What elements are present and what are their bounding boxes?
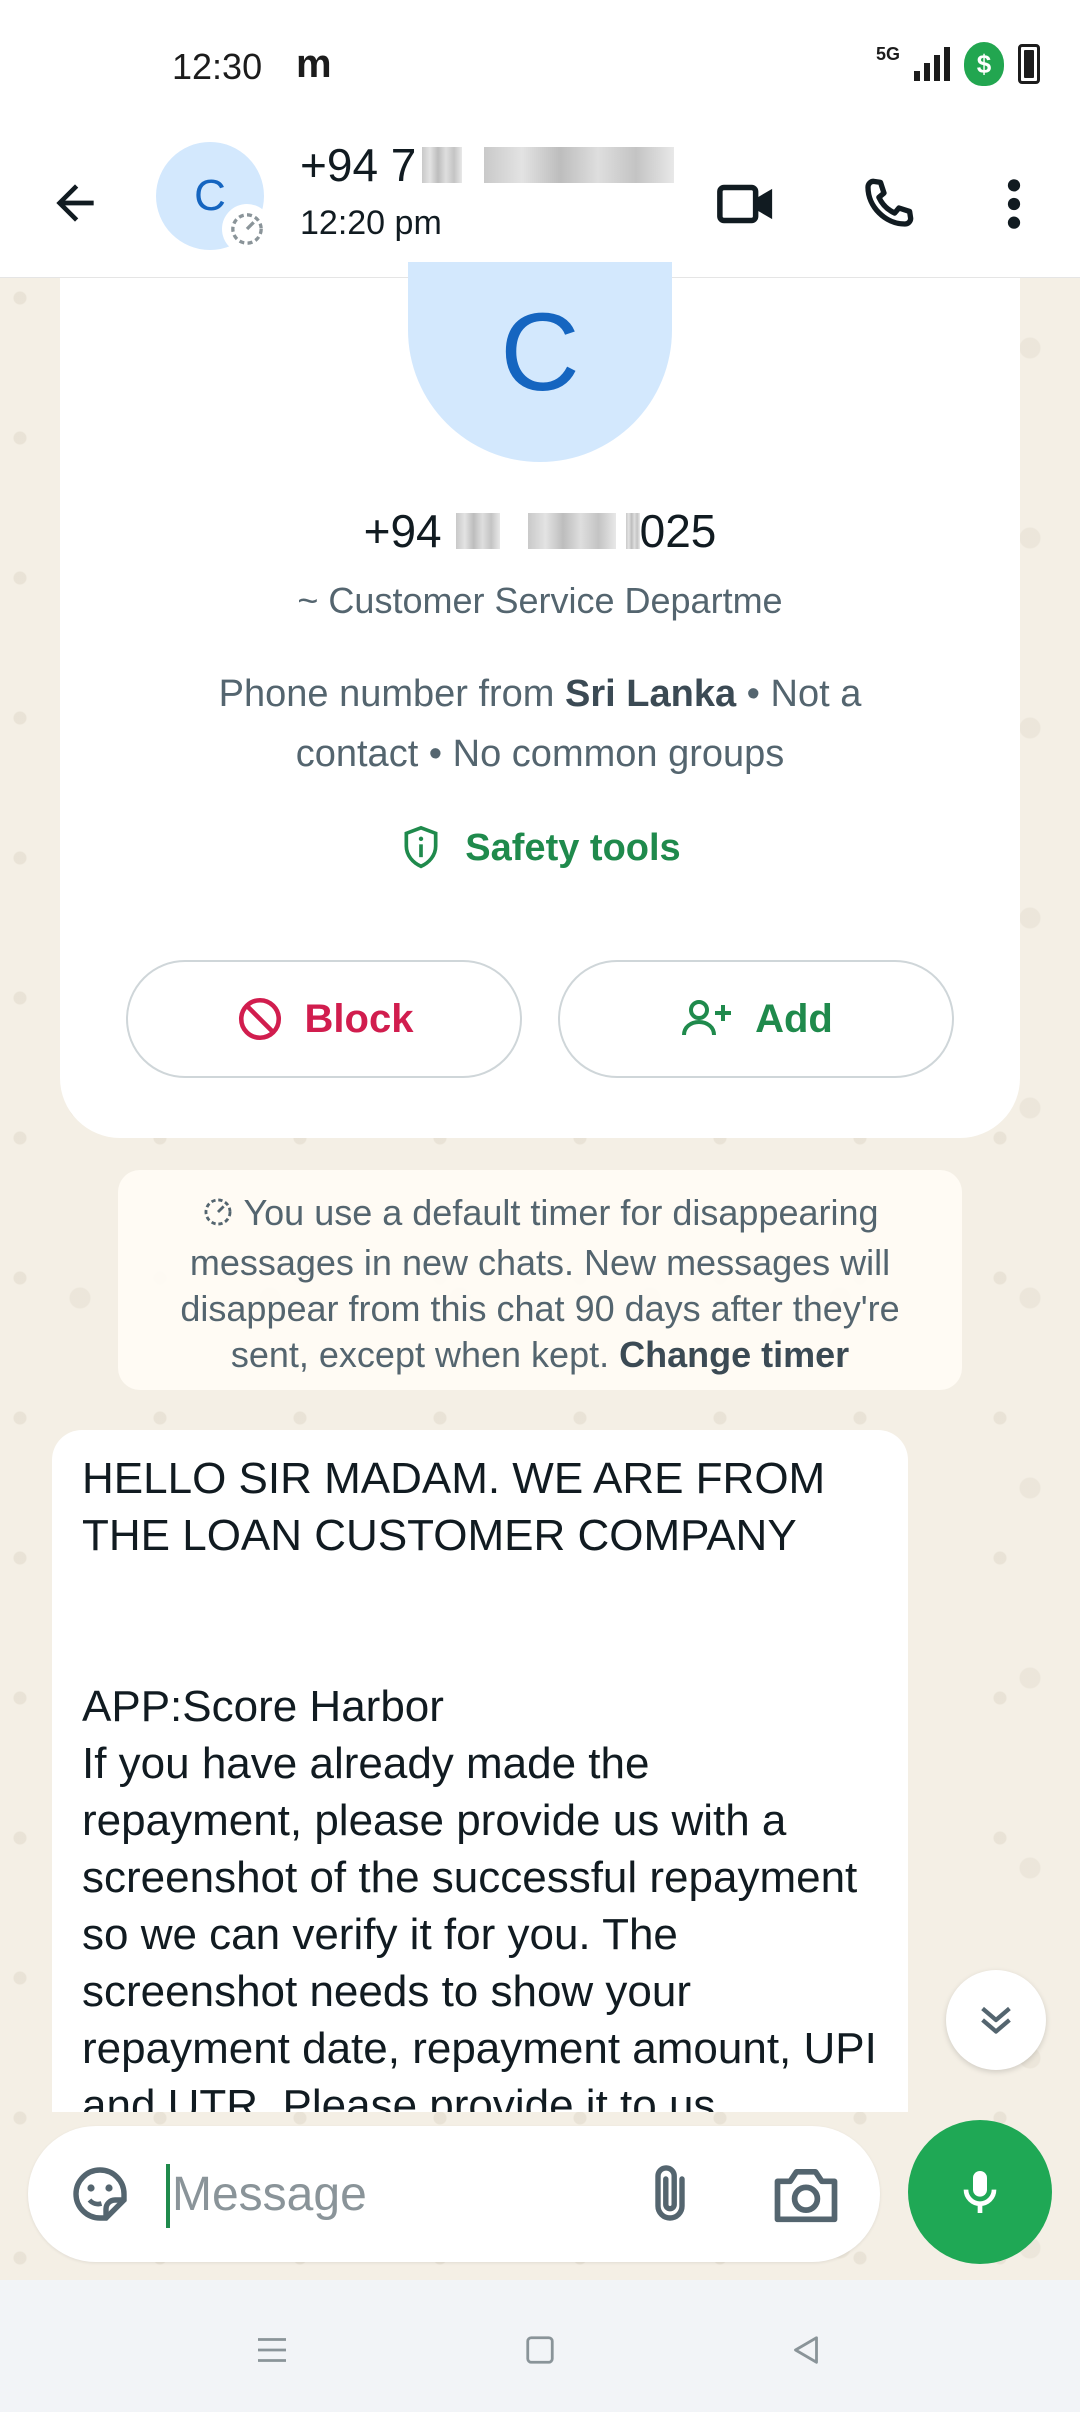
chat-header: C +94 7 12:20 pm <box>0 138 1080 278</box>
attach-button[interactable] <box>634 2158 706 2230</box>
avatar-letter: C <box>194 171 226 220</box>
more-options-button[interactable] <box>974 164 1054 244</box>
voice-call-button[interactable] <box>848 164 928 244</box>
triangle-back-icon <box>794 2336 818 2364</box>
meta-prefix: Phone number from <box>218 673 566 715</box>
meta-country: Sri Lanka <box>565 673 737 715</box>
paperclip-icon <box>655 2165 685 2221</box>
shield-icon <box>404 825 438 869</box>
voice-call-icon <box>865 178 914 227</box>
carrier-glyph: m <box>296 42 332 86</box>
timer-icon <box>201 1194 235 1240</box>
scroll-to-bottom-button[interactable] <box>946 1970 1046 2070</box>
recent-apps-button[interactable] <box>232 2310 312 2390</box>
battery-icon <box>1018 44 1040 84</box>
back-arrow-icon <box>56 184 94 222</box>
safety-tools-button[interactable]: Safety tools <box>60 824 1020 872</box>
add-label: Add <box>755 996 833 1041</box>
contact-name-prefix: +94 7 <box>300 139 417 191</box>
system-navigation-bar <box>0 2280 1080 2412</box>
block-icon <box>238 997 281 1041</box>
voice-message-button[interactable] <box>908 2120 1052 2264</box>
composer-pill <box>28 2126 880 2262</box>
back-nav-button[interactable] <box>766 2310 846 2390</box>
message-text: HELLO SIR MADAM. WE ARE FROM THE LOAN CU… <box>82 1454 877 2112</box>
text-caret <box>166 2164 170 2228</box>
message-input[interactable] <box>172 2156 602 2232</box>
phone-suffix: 025 <box>639 505 717 557</box>
phone-prefix: +94 <box>363 505 442 557</box>
sticker-button[interactable] <box>64 2158 136 2230</box>
redacted-number <box>625 513 640 549</box>
incoming-message-bubble[interactable]: HELLO SIR MADAM. WE ARE FROM THE LOAN CU… <box>52 1430 908 2112</box>
change-timer-link[interactable]: Change timer <box>619 1334 849 1375</box>
safety-tools-label: Safety tools <box>465 826 681 869</box>
contact-alias: ~ Customer Service Departme <box>297 580 783 621</box>
add-contact-button[interactable]: Add <box>558 960 954 1078</box>
back-button[interactable] <box>40 168 110 238</box>
redacted-number <box>455 513 500 549</box>
contact-phone: +94 025 <box>60 504 1020 558</box>
microphone-icon <box>963 2171 997 2213</box>
contact-meta: Phone number from Sri Lanka • Not a cont… <box>160 664 920 784</box>
security-shield-icon: $ <box>964 42 1004 86</box>
redacted-number <box>484 147 675 183</box>
camera-icon <box>774 2168 838 2223</box>
block-label: Block <box>304 996 414 1041</box>
last-seen: 12:20 pm <box>300 204 442 242</box>
signal-icon <box>914 47 950 81</box>
camera-button[interactable] <box>768 2158 848 2230</box>
status-icons: 5G $ <box>876 42 1040 86</box>
contact-avatar-large: C <box>408 262 672 462</box>
square-icon <box>526 2336 554 2364</box>
contact-name[interactable]: +94 7 <box>300 138 675 192</box>
video-call-icon <box>717 184 773 224</box>
status-bar: 12:30 m 5G $ <box>0 0 1080 138</box>
avatar-letter-large: C <box>500 290 580 414</box>
add-person-icon <box>682 1000 732 1036</box>
status-time: 12:30 <box>172 46 263 87</box>
network-type-label: 5G <box>875 43 900 64</box>
video-call-button[interactable] <box>706 164 786 244</box>
block-button[interactable]: Block <box>126 960 522 1078</box>
home-button[interactable] <box>500 2310 580 2390</box>
redacted-number <box>422 147 463 183</box>
menu-lines-icon <box>258 2338 286 2362</box>
contact-info-card: C +94 025 ~ Customer Service Departme Ph… <box>60 262 1020 1138</box>
composer-bar <box>0 2112 1080 2280</box>
disappearing-timer-notice: You use a default timer for disappearing… <box>118 1170 962 1390</box>
disappearing-timer-icon <box>222 204 272 254</box>
more-options-icon <box>1007 179 1021 229</box>
redacted-number <box>527 513 616 549</box>
double-chevron-down-icon <box>981 2006 1011 2034</box>
sticker-icon <box>73 2167 127 2221</box>
